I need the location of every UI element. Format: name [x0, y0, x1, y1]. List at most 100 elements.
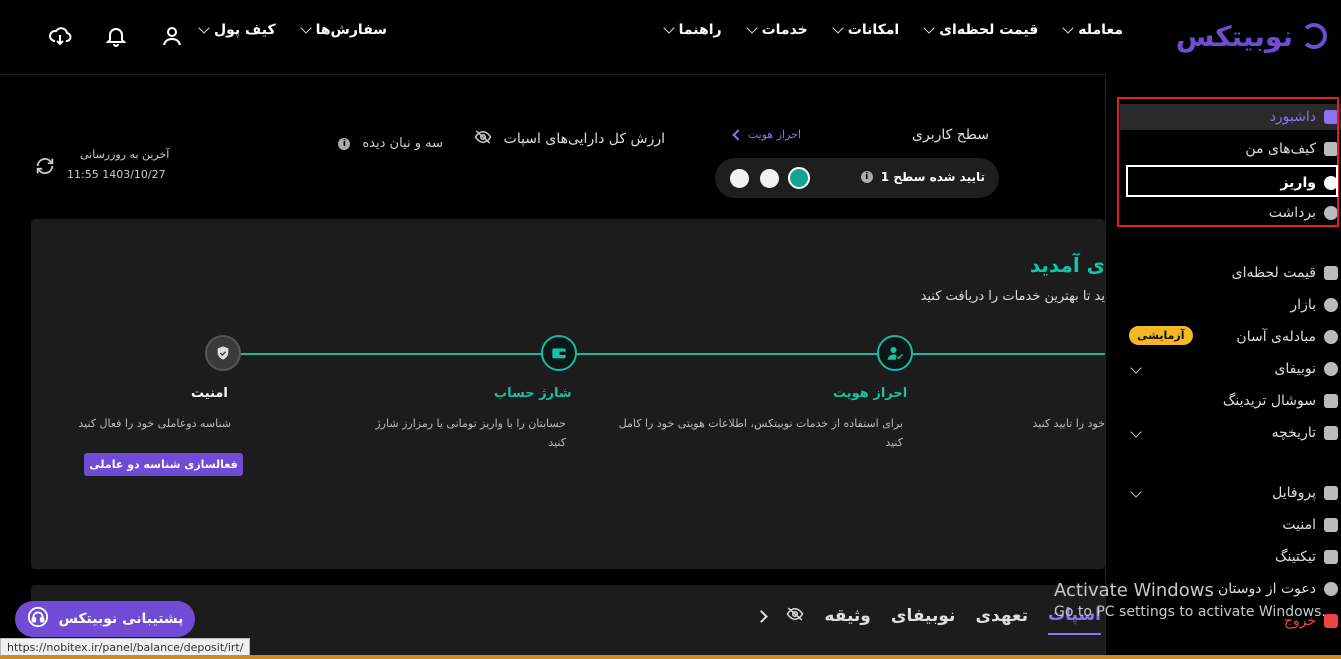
level-status-label: تایید شده سطح 1: [880, 170, 985, 184]
level-dot-active: [788, 167, 810, 189]
sidebar-item-social-trading[interactable]: سوشال تریدینگ: [1120, 388, 1341, 414]
activate-2fa-button[interactable]: فعالسازی شناسه دو عاملی: [84, 453, 243, 476]
calendar-icon: [1324, 426, 1338, 440]
main-nav: معامله قیمت لحظه‌ای امکانات خدمات راهنما: [662, 22, 1123, 38]
user-icon[interactable]: [158, 22, 186, 50]
security-icon: [1324, 518, 1338, 532]
kyc-link-label: احراز هویت: [747, 128, 801, 141]
chart-icon: [1324, 266, 1338, 280]
nav-label: معامله: [1078, 22, 1123, 38]
sidebar-item-label: قیمت لحظه‌ای: [1231, 265, 1316, 281]
nav-features[interactable]: امکانات: [832, 22, 900, 38]
windows-watermark-title: Activate Windows: [1054, 580, 1214, 601]
info-icon[interactable]: i: [338, 137, 351, 150]
logo-mark-icon: [1301, 23, 1327, 49]
sidebar-item-label: پروفایل: [1272, 485, 1316, 501]
chevron-right-icon[interactable]: [755, 609, 769, 623]
highlight-box-red: [1117, 97, 1339, 227]
nav-wallet[interactable]: کیف پول: [198, 22, 276, 38]
chevron-down-icon: [745, 22, 758, 34]
exchange-icon: [1324, 330, 1338, 344]
nav-label: سفارش‌ها: [315, 22, 388, 38]
nav-orders[interactable]: سفارش‌ها: [299, 22, 388, 38]
nav-label: قیمت لحظه‌ای: [939, 22, 1039, 38]
ticket-icon: [1324, 550, 1338, 564]
sidebar-item-history[interactable]: تاریخچه: [1120, 420, 1341, 446]
sidebar-item-label: سوشال تریدینگ: [1222, 393, 1316, 409]
level-pill[interactable]: تایید شده سطح 1 i: [715, 158, 999, 198]
taskbar-strip: [0, 655, 1341, 659]
logo[interactable]: نوبیتکس: [1176, 16, 1327, 56]
headset-icon: [27, 606, 49, 632]
sidebar-item-label: تاریخچه: [1271, 425, 1316, 441]
step-kyc-desc: برای استفاده از خدمات نوبیتکس، اطلاعات ه…: [618, 417, 903, 449]
chevron-down-icon[interactable]: [1130, 426, 1142, 438]
top-icons: [46, 22, 186, 50]
user-level-label: سطح کاربری: [912, 127, 989, 143]
crown-icon: [1324, 394, 1338, 408]
step-security-desc: شناسه دوعاملی خود را فعال کنید: [78, 417, 231, 430]
chevron-down-icon: [923, 22, 935, 34]
step-verify-desc: خود را تایید کنید: [1033, 417, 1105, 430]
market-icon: [1324, 298, 1338, 312]
trial-badge: آزمایشی: [1129, 326, 1193, 345]
profile-icon: [1324, 486, 1338, 500]
step-charge-desc: حسابتان را با واریز تومانی یا رمزارز شار…: [375, 417, 566, 449]
sidebar-item-ticketing[interactable]: تیکتینگ: [1120, 544, 1341, 570]
sidebar-item-security[interactable]: امنیت: [1120, 512, 1341, 538]
nav-live-price[interactable]: قیمت لحظه‌ای: [923, 22, 1039, 38]
tab-margin[interactable]: تعهدی: [975, 606, 1028, 634]
welcome-subtitle: ید تا بهترین خدمات را دریافت کنید: [920, 289, 1105, 304]
asset-tabs: اسپات تعهدی نوبیفای وثیقه: [755, 605, 1101, 635]
chevron-down-icon[interactable]: [1130, 486, 1142, 498]
sidebar-item-market[interactable]: بازار: [1120, 292, 1341, 318]
progress-line: [221, 353, 1121, 355]
chevron-down-icon: [662, 22, 675, 34]
level-dot: [730, 169, 749, 188]
nav-trade[interactable]: معامله: [1062, 22, 1123, 38]
support-button[interactable]: پشتیبانی نوبیتکس: [15, 601, 195, 637]
sidebar-item-label: امنیت: [1282, 517, 1316, 533]
step-kyc-title: احراز هویت: [833, 386, 908, 401]
support-label: پشتیبانی نوبیتکس: [58, 611, 184, 627]
chevron-down-icon: [299, 22, 312, 34]
nobify-icon: [1324, 362, 1338, 376]
eye-off-icon[interactable]: [786, 607, 804, 633]
bell-icon[interactable]: [102, 22, 130, 50]
sidebar-item-nobify[interactable]: نوبیفای: [1120, 356, 1341, 382]
nav-help[interactable]: راهنما: [662, 22, 722, 38]
sidebar-item-live-price[interactable]: قیمت لحظه‌ای: [1120, 260, 1341, 286]
step-charge-title: شارژ حساب: [494, 386, 572, 401]
sidebar-item-label: مبادله‌ی آسان: [1236, 329, 1316, 345]
windows-watermark-subtitle: Go to PC settings to activate Windows.: [1054, 604, 1326, 620]
step-security-circle: [205, 335, 241, 371]
hidden-value: سه و نیان دیده i: [338, 136, 443, 151]
sidebar-item-profile[interactable]: پروفایل: [1120, 480, 1341, 506]
spot-total-label: ارزش کل دارایی‌های اسپات: [503, 131, 665, 147]
chevron-down-icon: [832, 22, 844, 34]
last-update-time: 11:55 1403/10/27: [67, 168, 166, 181]
nav-label: کیف پول: [214, 22, 276, 38]
chevron-down-icon: [1062, 22, 1074, 34]
refresh-icon[interactable]: [34, 155, 56, 177]
nav-left: سفارش‌ها کیف پول: [198, 22, 388, 38]
kyc-link[interactable]: احراز هویت: [732, 128, 801, 141]
nav-label: امکانات: [847, 22, 900, 38]
sidebar-item-label: دعوت از دوستان: [1217, 581, 1316, 597]
eye-off-icon[interactable]: [474, 130, 492, 148]
nav-services[interactable]: خدمات: [745, 22, 808, 38]
logout-icon: [1324, 614, 1338, 628]
level-status: تایید شده سطح 1 i: [860, 170, 985, 184]
tab-collateral[interactable]: وثیقه: [824, 606, 870, 634]
spot-total: ارزش کل دارایی‌های اسپات: [474, 130, 665, 148]
chevron-down-icon: [198, 22, 210, 34]
step-charge-circle: [541, 335, 577, 371]
chevron-down-icon[interactable]: [1130, 362, 1142, 374]
nav-label: راهنما: [678, 22, 722, 38]
info-icon[interactable]: i: [860, 171, 873, 183]
download-icon[interactable]: [46, 22, 74, 50]
tab-nobify[interactable]: نوبیفای: [891, 606, 956, 634]
sidebar-item-label: بازار: [1290, 297, 1316, 313]
logo-text: نوبیتکس: [1175, 19, 1293, 53]
sidebar-item-label: نوبیفای: [1274, 361, 1316, 377]
